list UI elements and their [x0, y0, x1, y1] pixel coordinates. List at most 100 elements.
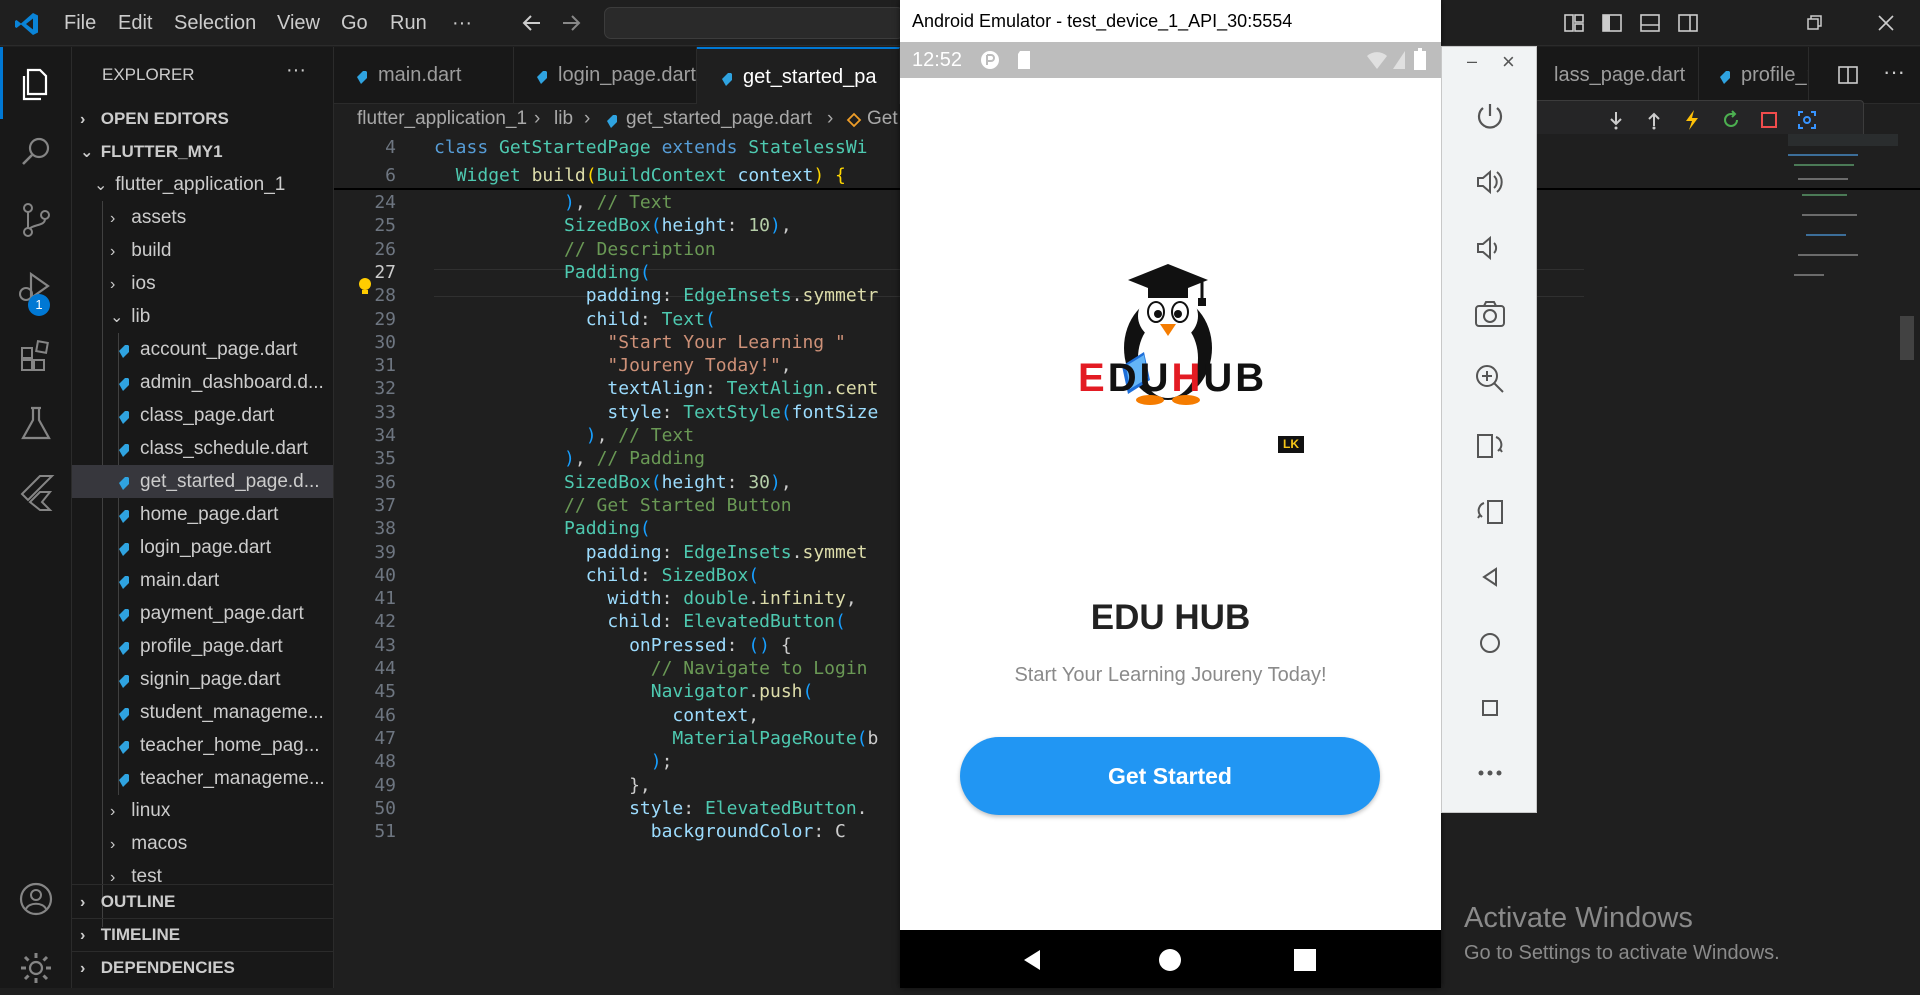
testing-icon[interactable]	[14, 402, 58, 446]
emulator-close-button[interactable]: ×	[1502, 49, 1515, 75]
extensions-icon[interactable]	[14, 334, 58, 378]
code-line[interactable]: ), // Text	[434, 192, 672, 213]
code-line[interactable]: SizedBox(height: 10),	[434, 215, 792, 236]
split-editor-icon[interactable]	[1837, 64, 1859, 86]
code-line[interactable]: "Start Your Learning "	[434, 332, 845, 353]
code-line[interactable]: MaterialPageRoute(b	[434, 728, 878, 749]
restart-icon[interactable]	[1721, 110, 1741, 130]
camera-icon[interactable]	[1472, 296, 1508, 332]
folder-build[interactable]: › build	[72, 234, 333, 267]
menu-go[interactable]: Go	[341, 0, 368, 46]
home-icon[interactable]	[1472, 625, 1508, 661]
code-line[interactable]: SizedBox(height: 30),	[434, 472, 792, 493]
code-line[interactable]: backgroundColor: C	[434, 821, 846, 842]
back-icon[interactable]	[1472, 559, 1508, 595]
code-line[interactable]: context,	[434, 705, 759, 726]
step-out-icon[interactable]	[1645, 110, 1663, 130]
project-section[interactable]: ⌄ FLUTTER_MY1	[72, 135, 333, 168]
toggle-secondary-sidebar-icon[interactable]	[1677, 12, 1699, 34]
explorer-icon[interactable]	[14, 62, 58, 106]
breadcrumb-folder[interactable]: flutter_application_1	[357, 104, 527, 134]
stop-icon[interactable]	[1759, 110, 1779, 130]
tab-login-page[interactable]: login_page.dart	[514, 47, 697, 104]
forward-arrow-icon[interactable]	[559, 12, 583, 34]
breadcrumb-file[interactable]: get_started_page.dart	[626, 104, 812, 134]
file-item[interactable]: class_page.dart	[72, 399, 333, 432]
rotate-right-icon[interactable]	[1472, 493, 1508, 529]
code-line[interactable]: ), // Text	[434, 425, 694, 446]
breadcrumb-symbol[interactable]: Get	[867, 104, 898, 134]
file-item[interactable]: signin_page.dart	[72, 663, 333, 696]
file-item[interactable]: get_started_page.d...	[72, 465, 333, 498]
customize-layout-icon[interactable]	[1563, 12, 1585, 34]
power-icon[interactable]	[1472, 99, 1508, 135]
editor-scrollbar-thumb[interactable]	[1900, 316, 1914, 360]
code-line[interactable]: onPressed: () {	[434, 635, 792, 656]
code-line[interactable]: // Description	[434, 239, 716, 260]
code-line[interactable]: width: double.infinity,	[434, 588, 856, 609]
settings-gear-icon[interactable]	[14, 946, 58, 990]
tab-main-dart[interactable]: main.dart	[334, 47, 514, 104]
volume-down-icon[interactable]	[1472, 230, 1508, 266]
code-line[interactable]: style: ElevatedButton.	[434, 798, 867, 819]
folder-linux[interactable]: › linux	[72, 794, 333, 827]
nav-recents-icon[interactable]	[1293, 948, 1317, 972]
accounts-icon[interactable]	[14, 877, 58, 921]
toggle-primary-sidebar-icon[interactable]	[1601, 12, 1623, 34]
editor-more-actions[interactable]: ···	[1883, 59, 1905, 85]
code-line[interactable]: },	[434, 775, 651, 796]
minimap[interactable]	[1788, 134, 1898, 294]
folder-ios[interactable]: › ios	[72, 267, 333, 300]
code-line[interactable]: // Navigate to Login	[434, 658, 868, 679]
code-line[interactable]: child: Text(	[434, 309, 716, 330]
zoom-icon[interactable]	[1472, 361, 1508, 397]
file-item[interactable]: main.dart	[72, 564, 333, 597]
file-item[interactable]: account_page.dart	[72, 333, 333, 366]
outline-section[interactable]: › OUTLINE	[72, 885, 333, 918]
nav-home-icon[interactable]	[1158, 948, 1182, 972]
search-icon[interactable]	[14, 130, 58, 174]
more-options-icon[interactable]	[1472, 755, 1508, 791]
code-line[interactable]: Padding(	[434, 262, 651, 283]
flutter-icon[interactable]	[14, 470, 58, 514]
file-item[interactable]: teacher_home_pag...	[72, 729, 333, 762]
emulator-minimize-button[interactable]: –	[1467, 51, 1477, 72]
file-item[interactable]: teacher_manageme...	[72, 762, 333, 795]
dependencies-section[interactable]: › DEPENDENCIES	[72, 951, 333, 984]
nav-back-icon[interactable]	[1020, 948, 1044, 972]
open-editors-section[interactable]: › OPEN EDITORS	[72, 102, 333, 135]
widget-inspector-icon[interactable]	[1797, 110, 1817, 130]
file-item[interactable]: class_schedule.dart	[72, 432, 333, 465]
menu-file[interactable]: File	[64, 0, 96, 46]
close-window-icon[interactable]	[1876, 13, 1896, 33]
source-control-icon[interactable]	[14, 198, 58, 242]
file-item[interactable]: home_page.dart	[72, 498, 333, 531]
code-line[interactable]: Navigator.push(	[434, 681, 814, 702]
tab-profile-page[interactable]: profile_p	[1699, 47, 1809, 104]
explorer-more-button[interactable]: ···	[286, 59, 306, 82]
menu-edit[interactable]: Edit	[118, 0, 152, 46]
code-line[interactable]: Padding(	[434, 518, 651, 539]
file-item[interactable]: login_page.dart	[72, 531, 333, 564]
code-line[interactable]: textAlign: TextAlign.cent	[434, 378, 878, 399]
menu-view[interactable]: View	[277, 0, 320, 46]
folder-flutter-application[interactable]: ⌄ flutter_application_1	[72, 168, 333, 201]
file-item[interactable]: profile_page.dart	[72, 630, 333, 663]
file-item[interactable]: payment_page.dart	[72, 597, 333, 630]
menu-more[interactable]: ···	[452, 0, 472, 46]
code-line[interactable]: ), // Padding	[434, 448, 705, 469]
folder-lib[interactable]: ⌄ lib	[72, 300, 333, 333]
file-item[interactable]: admin_dashboard.d...	[72, 366, 333, 399]
file-item[interactable]: student_manageme...	[72, 696, 333, 729]
command-center-search[interactable]	[604, 7, 904, 39]
volume-up-icon[interactable]	[1472, 164, 1508, 200]
code-line[interactable]: // Get Started Button	[434, 495, 792, 516]
code-line[interactable]: padding: EdgeInsets.symmet	[434, 542, 868, 563]
restore-window-icon[interactable]	[1806, 14, 1824, 32]
code-line[interactable]: child: SizedBox(	[434, 565, 759, 586]
folder-assets[interactable]: › assets	[72, 201, 333, 234]
code-line[interactable]: padding: EdgeInsets.symmetr	[434, 285, 879, 306]
hot-reload-icon[interactable]	[1683, 109, 1701, 131]
code-line[interactable]: style: TextStyle(fontSize	[434, 402, 878, 423]
step-into-icon[interactable]	[1607, 110, 1625, 130]
